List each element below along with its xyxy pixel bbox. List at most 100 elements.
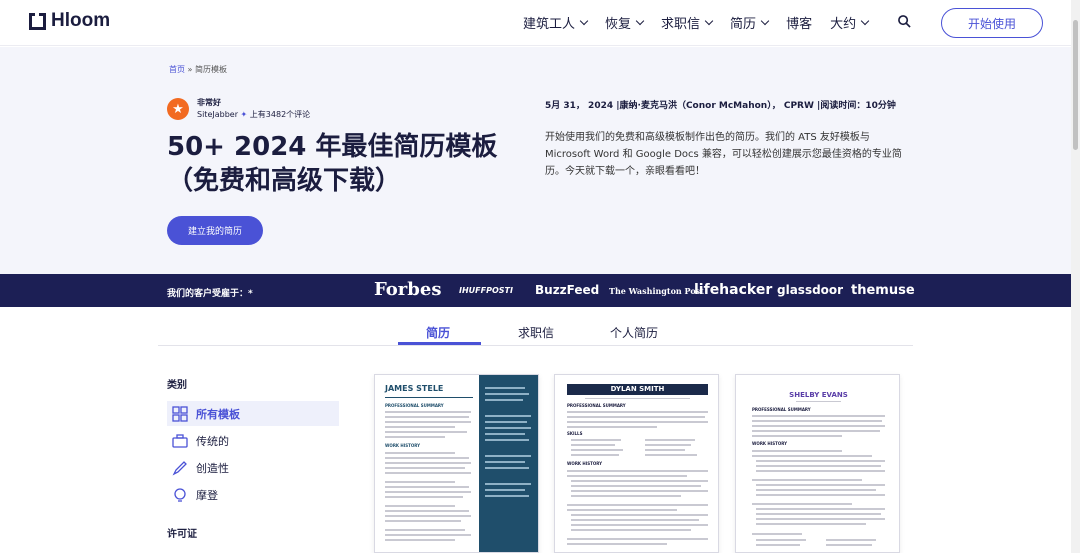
category-all-templates[interactable]: 所有模板	[167, 401, 339, 426]
text-line	[571, 524, 708, 526]
rating-label: 非常好	[197, 98, 221, 107]
get-started-button[interactable]: 开始使用	[941, 8, 1043, 38]
briefcase-icon	[172, 433, 188, 448]
sidebar-line	[485, 455, 531, 457]
category-label: 摩登	[196, 488, 218, 502]
active-tab-indicator	[398, 342, 481, 345]
text-line	[571, 439, 621, 441]
chevron-down-icon	[579, 16, 589, 25]
text-line	[756, 513, 881, 515]
grid-icon	[172, 405, 188, 422]
text-line	[385, 505, 455, 507]
category-creative[interactable]: 创造性	[167, 455, 339, 480]
logo-icon	[29, 12, 46, 30]
chevron-down-icon	[635, 16, 645, 25]
category-modern[interactable]: 摩登	[167, 482, 339, 507]
scrollbar-thumb[interactable]	[1073, 20, 1078, 150]
menu-item-cv[interactable]: 简历	[730, 13, 770, 32]
breadcrumb-home[interactable]: 首页	[169, 65, 185, 74]
sidebar-line	[485, 439, 529, 441]
resume-template-card[interactable]: SHELBY EVANS PROFESSIONAL SUMMARY WORK H…	[735, 374, 900, 553]
text-line	[385, 534, 471, 536]
tab-cv[interactable]: 个人简历	[610, 324, 658, 341]
chevron-down-icon	[704, 16, 714, 25]
resume-section-heading: SKILLS	[567, 431, 583, 436]
text-line	[645, 449, 685, 451]
tab-resume[interactable]: 简历	[426, 324, 450, 341]
text-line	[385, 421, 471, 423]
text-line	[752, 455, 872, 457]
resume-name: SHELBY EVANS	[789, 391, 848, 399]
sidebar-line	[485, 415, 531, 417]
sidebar-line	[485, 387, 525, 389]
search-icon[interactable]	[898, 15, 911, 28]
text-line	[752, 479, 862, 481]
logo-text: Hloom	[51, 10, 111, 31]
text-line	[571, 495, 681, 497]
text-line	[571, 485, 701, 487]
text-line	[567, 416, 705, 418]
text-line	[385, 462, 471, 464]
menu-item-cover-letter[interactable]: 求职信	[661, 13, 714, 32]
menu-item-about[interactable]: 大约	[830, 13, 870, 32]
rating-source: SiteJabber	[197, 110, 238, 119]
menu-label: 大约	[830, 17, 857, 32]
text-line	[567, 475, 687, 477]
text-line	[752, 503, 852, 505]
resume-template-card[interactable]: DYLAN SMITH PROFESSIONAL SUMMARY SKILLS …	[554, 374, 719, 553]
resume-section-heading: WORK HISTORY	[752, 441, 787, 446]
text-line	[752, 533, 802, 535]
resume-template-card[interactable]: JAMES STELE PROFESSIONAL SUMMARY WORK HI…	[374, 374, 539, 553]
buzzfeed-logo: BuzzFeed	[535, 283, 600, 297]
text-line	[385, 510, 469, 512]
logo[interactable]: Hloom	[29, 10, 110, 32]
text-line	[756, 460, 885, 462]
text-line	[752, 415, 885, 417]
rating-text: 非常好 SiteJabber ✦ 上有3482个评论	[197, 97, 310, 121]
press-label: 我们的客户受雇于：*	[167, 289, 253, 299]
sidebar-line	[485, 399, 523, 401]
template-tabs: 简历 求职信 个人简历	[158, 320, 913, 346]
text-line	[645, 454, 697, 456]
category-traditional[interactable]: 传统的	[167, 428, 339, 453]
text-line	[385, 491, 471, 493]
washington-post-logo: The Washington Post	[609, 286, 704, 296]
menu-item-resume[interactable]: 恢复	[605, 13, 645, 32]
text-line	[385, 416, 469, 418]
text-line	[826, 544, 872, 546]
top-navbar: Hloom 建筑工人 恢复 求职信 简历 博客 大约 开始使用	[0, 0, 1080, 46]
text-line	[571, 514, 708, 516]
text-line	[385, 457, 469, 459]
sidebar-line	[485, 495, 529, 497]
resume-name: JAMES STELE	[385, 384, 444, 393]
text-line	[756, 470, 885, 472]
chevron-down-icon	[760, 16, 770, 25]
breadcrumb: 首页 » 简历模板	[169, 64, 227, 75]
sidebar-line	[485, 433, 525, 435]
menu-label: 博客	[786, 17, 813, 32]
text-line	[385, 520, 461, 522]
sidebar-line	[485, 393, 529, 395]
menu-label: 建筑工人	[523, 17, 576, 32]
license-title: 许可证	[167, 529, 197, 540]
menu-item-builders[interactable]: 建筑工人	[523, 13, 589, 32]
text-line	[571, 444, 615, 446]
sitejabber-icon: ✦	[240, 110, 248, 119]
text-line	[752, 435, 842, 437]
resume-section-heading: PROFESSIONAL SUMMARY	[752, 407, 811, 412]
text-line	[571, 529, 691, 531]
menu-item-blog[interactable]: 博客	[786, 13, 812, 32]
sidebar-line	[485, 421, 527, 423]
text-line	[826, 539, 876, 541]
text-line	[571, 480, 708, 482]
rating-badge[interactable]: ★ 非常好 SiteJabber ✦ 上有3482个评论	[167, 97, 310, 121]
sidebar-line	[485, 489, 525, 491]
build-resume-button[interactable]: 建立我的简历	[167, 216, 263, 245]
sidebar-line	[485, 483, 531, 485]
text-line	[385, 486, 469, 488]
tab-cover-letter[interactable]: 求职信	[518, 324, 554, 341]
text-line	[645, 439, 695, 441]
forbes-logo: Forbes	[374, 279, 442, 300]
text-line	[571, 454, 619, 456]
text-line	[385, 452, 455, 454]
